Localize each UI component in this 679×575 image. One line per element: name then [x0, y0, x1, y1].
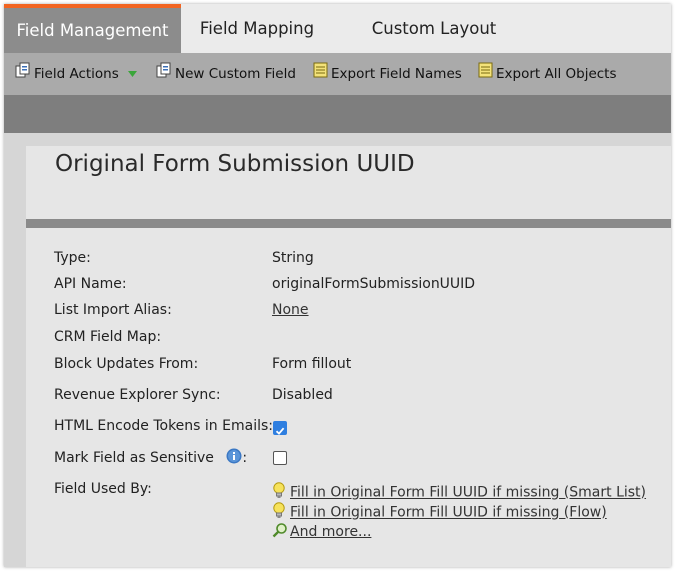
type-label: Type: [54, 250, 91, 266]
and-more-link[interactable]: And more... [290, 524, 371, 540]
mark-sensitive-colon: : [242, 450, 248, 466]
mark-sensitive-row: Mark Field as Sensitive : [54, 448, 247, 468]
field-actions-button[interactable]: Field Actions [15, 53, 138, 95]
field-actions-label: Field Actions [34, 66, 119, 82]
tab-custom-layout-designer[interactable]: Custom Layout Designer [334, 4, 534, 88]
info-icon[interactable] [226, 448, 242, 468]
new-custom-field-label: New Custom Field [175, 66, 296, 82]
api-name-label: API Name: [54, 276, 127, 292]
type-value: String [272, 250, 314, 266]
toolbar: Field Actions New Custom Field Export Fi… [4, 53, 671, 95]
used-by-item[interactable]: Fill in Original Form Fill UUID if missi… [272, 482, 646, 503]
revenue-explorer-label: Revenue Explorer Sync: [54, 387, 221, 403]
mark-sensitive-label: Mark Field as Sensitive [54, 450, 214, 466]
tab-bar: Field Management Field Mapping Custom La… [4, 4, 671, 88]
magnifier-icon [272, 522, 290, 542]
used-by-link[interactable]: Fill in Original Form Fill UUID if missi… [290, 505, 607, 521]
api-name-value: originalFormSubmissionUUID [272, 276, 476, 292]
list-import-alias-link[interactable]: None [272, 302, 309, 318]
export-field-names-button[interactable]: Export Field Names [313, 53, 462, 95]
field-used-by-label: Field Used By: [54, 481, 152, 497]
list-import-alias-label: List Import Alias: [54, 302, 172, 318]
tab-field-management[interactable]: Field Management [4, 4, 181, 53]
revenue-explorer-value: Disabled [272, 387, 333, 403]
lightbulb-icon [272, 502, 290, 523]
lightbulb-icon [272, 482, 290, 503]
used-by-item[interactable]: Fill in Original Form Fill UUID if missi… [272, 502, 607, 523]
block-updates-label: Block Updates From: [54, 356, 199, 372]
field-details-panel: Original Form Submission UUID Type: Stri… [26, 146, 671, 567]
new-field-icon [156, 53, 172, 95]
spreadsheet-icon [478, 53, 493, 95]
html-encode-label: HTML Encode Tokens in Emails: [54, 418, 273, 434]
export-all-objects-label: Export All Objects [496, 66, 617, 82]
dropdown-arrow-icon [128, 53, 138, 95]
new-custom-field-button[interactable]: New Custom Field [156, 53, 296, 95]
mark-sensitive-checkbox[interactable] [273, 451, 287, 465]
checkmark-icon [275, 427, 285, 435]
divider [26, 219, 671, 228]
block-updates-value: Form fillout [272, 356, 352, 372]
export-field-names-label: Export Field Names [331, 66, 462, 82]
used-by-item[interactable]: And more... [272, 522, 371, 542]
spreadsheet-icon [313, 53, 328, 95]
tab-field-mapping[interactable]: Field Mapping [187, 4, 327, 53]
crm-field-map-label: CRM Field Map: [54, 329, 162, 345]
header-band [4, 95, 671, 133]
page-title: Original Form Submission UUID [55, 151, 415, 177]
used-by-link[interactable]: Fill in Original Form Fill UUID if missi… [290, 485, 646, 501]
app-window: Field Management Field Mapping Custom La… [4, 4, 671, 567]
html-encode-checkbox[interactable] [273, 421, 287, 435]
export-all-objects-button[interactable]: Export All Objects [478, 53, 617, 95]
field-actions-icon [15, 53, 31, 95]
